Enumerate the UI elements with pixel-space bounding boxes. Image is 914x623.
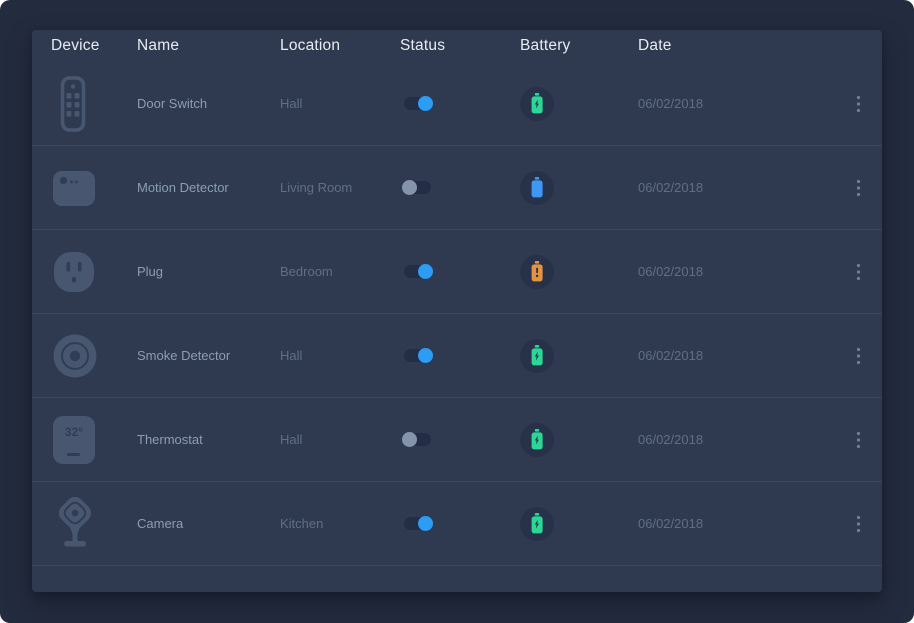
table-row: Motion Detector Living Room 06/02/2018 [32,146,882,230]
column-header-date: Date [638,37,842,55]
device-name: Plug [137,264,163,279]
motion-detector-icon [52,168,96,208]
toggle-knob [418,264,433,279]
device-name: Door Switch [137,96,207,111]
device-location: Hall [280,432,302,447]
device-location: Bedroom [280,264,333,279]
device-location: Hall [280,96,302,111]
screen: Device Name Location Status Battery Date… [0,0,914,623]
table-row: Plug Bedroom 06/02/2018 [32,230,882,314]
status-toggle[interactable] [404,265,431,278]
device-table-panel: Device Name Location Status Battery Date… [32,30,882,592]
device-name: Camera [137,516,183,531]
battery-low-orange-icon [520,255,554,289]
smoke-detector-icon [52,333,98,379]
table-row: Camera Kitchen 06/02/2018 [32,482,882,566]
row-menu-button[interactable] [852,343,865,369]
table-row: 32° Thermostat Hall 06/02/2018 [32,398,882,482]
row-menu-button[interactable] [852,175,865,201]
device-name: Thermostat [137,432,203,447]
toggle-knob [418,96,433,111]
device-name: Smoke Detector [137,348,230,363]
device-date: 06/02/2018 [638,96,703,111]
device-date: 06/02/2018 [638,180,703,195]
device-location: Kitchen [280,516,323,531]
column-header-status: Status [400,37,520,55]
battery-charging-green-icon [520,507,554,541]
toggle-knob [418,348,433,363]
table-header: Device Name Location Status Battery Date [32,30,882,62]
row-menu-button[interactable] [852,91,865,117]
column-header-battery: Battery [520,37,638,55]
battery-charging-green-icon [520,87,554,121]
column-header-location: Location [280,37,400,55]
device-date: 06/02/2018 [638,264,703,279]
smart-plug-icon [52,251,96,293]
status-toggle[interactable] [404,433,431,446]
table-row: Door Switch Hall 06/02/2018 [32,62,882,146]
column-header-name: Name [137,37,280,55]
battery-charging-green-icon [520,423,554,457]
row-menu-button[interactable] [852,511,865,537]
table-body: Door Switch Hall 06/02/2018 Motion Detec… [32,62,882,566]
battery-charging-green-icon [520,339,554,373]
device-date: 06/02/2018 [638,348,703,363]
toggle-knob [402,432,417,447]
device-name: Motion Detector [137,180,229,195]
status-toggle[interactable] [404,97,431,110]
thermostat-icon: 32° [52,415,96,465]
device-location: Hall [280,348,302,363]
status-toggle[interactable] [404,517,431,530]
camera-icon [52,497,98,551]
toggle-knob [418,516,433,531]
svg-text:32°: 32° [65,425,83,439]
toggle-knob [402,180,417,195]
table-row: Smoke Detector Hall 06/02/2018 [32,314,882,398]
column-header-device: Device [51,37,137,55]
device-date: 06/02/2018 [638,432,703,447]
status-toggle[interactable] [404,349,431,362]
remote-control-icon [52,75,94,133]
row-menu-button[interactable] [852,427,865,453]
status-toggle[interactable] [404,181,431,194]
device-date: 06/02/2018 [638,516,703,531]
battery-full-blue-icon [520,171,554,205]
row-menu-button[interactable] [852,259,865,285]
device-location: Living Room [280,180,352,195]
